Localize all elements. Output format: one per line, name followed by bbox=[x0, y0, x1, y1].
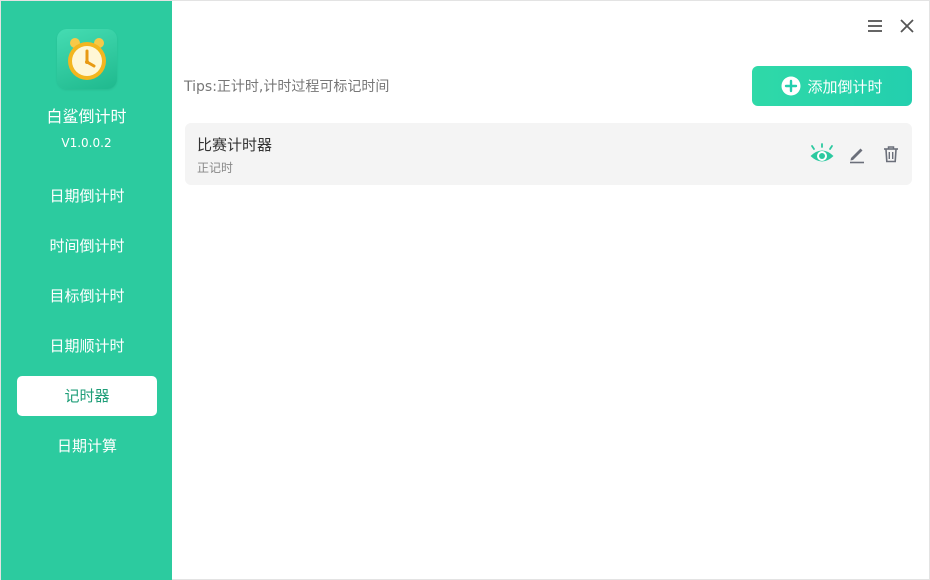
edit-button[interactable] bbox=[844, 142, 870, 166]
add-countdown-label: 添加倒计时 bbox=[807, 77, 883, 96]
sidebar-item-time-countdown[interactable]: 时间倒计时 bbox=[17, 226, 157, 266]
close-icon bbox=[900, 19, 914, 33]
sidebar-item-date-countup[interactable]: 日期顺计时 bbox=[17, 326, 157, 366]
close-button[interactable] bbox=[897, 16, 917, 36]
sidebar-item-goal-countdown[interactable]: 目标倒计时 bbox=[17, 276, 157, 316]
view-button[interactable] bbox=[809, 142, 835, 166]
edit-icon bbox=[850, 148, 864, 164]
app-window: 白鲨倒计时 V1.0.0.2 日期倒计时 时间倒计时 目标倒计时 日期顺计时 记… bbox=[0, 0, 930, 580]
timer-card[interactable]: 比赛计时器 正记时 bbox=[185, 123, 912, 185]
menu-button[interactable] bbox=[865, 16, 885, 36]
alarm-clock-icon bbox=[68, 38, 106, 80]
timer-subtitle: 正记时 bbox=[197, 161, 234, 175]
sidebar-nav: 日期倒计时 时间倒计时 目标倒计时 日期顺计时 记时器 日期计算 bbox=[17, 176, 157, 476]
app-logo bbox=[57, 29, 117, 89]
add-countdown-button[interactable]: 添加倒计时 bbox=[752, 66, 912, 106]
app-name: 白鲨倒计时 bbox=[46, 107, 127, 126]
sidebar-item-stopwatch[interactable]: 记时器 bbox=[17, 376, 157, 416]
sidebar: 白鲨倒计时 V1.0.0.2 日期倒计时 时间倒计时 目标倒计时 日期顺计时 记… bbox=[1, 1, 172, 580]
menu-icon bbox=[868, 20, 882, 32]
timer-title: 比赛计时器 bbox=[197, 136, 273, 154]
sidebar-item-date-countdown[interactable]: 日期倒计时 bbox=[17, 176, 157, 216]
delete-icon bbox=[884, 146, 898, 163]
delete-button[interactable] bbox=[878, 142, 904, 166]
eye-icon bbox=[810, 143, 834, 162]
plus-circle-icon bbox=[781, 76, 801, 96]
sidebar-item-date-calc[interactable]: 日期计算 bbox=[17, 426, 157, 466]
app-version: V1.0.0.2 bbox=[61, 136, 112, 150]
tips-text: Tips:正计时,计时过程可标记时间 bbox=[184, 79, 390, 95]
